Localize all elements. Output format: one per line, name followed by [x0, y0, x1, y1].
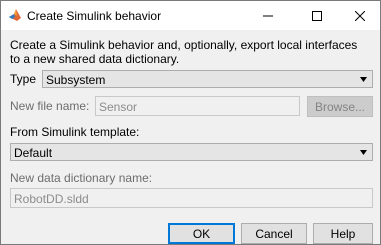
title-bar[interactable]: Create Simulink behavior: [1, 1, 380, 30]
type-dropdown-value: Subsystem: [46, 73, 106, 87]
browse-button[interactable]: Browse...: [307, 96, 373, 117]
minimize-button[interactable]: [245, 1, 290, 30]
matlab-logo-icon: [9, 9, 21, 21]
template-label: From Simulink template:: [10, 125, 140, 139]
dialog-content: Create a Simulink behavior and, optional…: [1, 30, 380, 244]
type-label: Type: [10, 72, 37, 86]
dictionary-label: New data dictionary name:: [10, 171, 153, 185]
file-name-value: Sensor: [99, 100, 138, 114]
window-title: Create Simulink behavior: [27, 9, 162, 23]
chevron-down-icon: [360, 77, 367, 82]
chevron-down-icon: [360, 150, 367, 155]
cancel-button[interactable]: Cancel: [241, 223, 307, 244]
close-button[interactable]: [337, 1, 381, 30]
minimize-icon: [262, 15, 273, 16]
maximize-icon: [311, 10, 322, 21]
dialog-window: Create Simulink behavior Create a Simuli…: [0, 0, 381, 245]
template-dropdown-value: Default: [14, 146, 53, 160]
type-dropdown[interactable]: Subsystem: [42, 70, 373, 88]
dictionary-name-input[interactable]: RobotDD.sldd: [10, 188, 373, 208]
maximize-button[interactable]: [294, 1, 339, 30]
template-dropdown[interactable]: Default: [10, 143, 373, 161]
dialog-description: Create a Simulink behavior and, optional…: [10, 38, 358, 66]
dictionary-name-value: RobotDD.sldd: [14, 192, 89, 206]
help-button[interactable]: Help: [313, 223, 373, 244]
close-icon: [354, 10, 365, 21]
file-name-label: New file name:: [10, 99, 90, 113]
file-name-input[interactable]: Sensor: [95, 96, 300, 116]
ok-button[interactable]: OK: [168, 223, 235, 244]
